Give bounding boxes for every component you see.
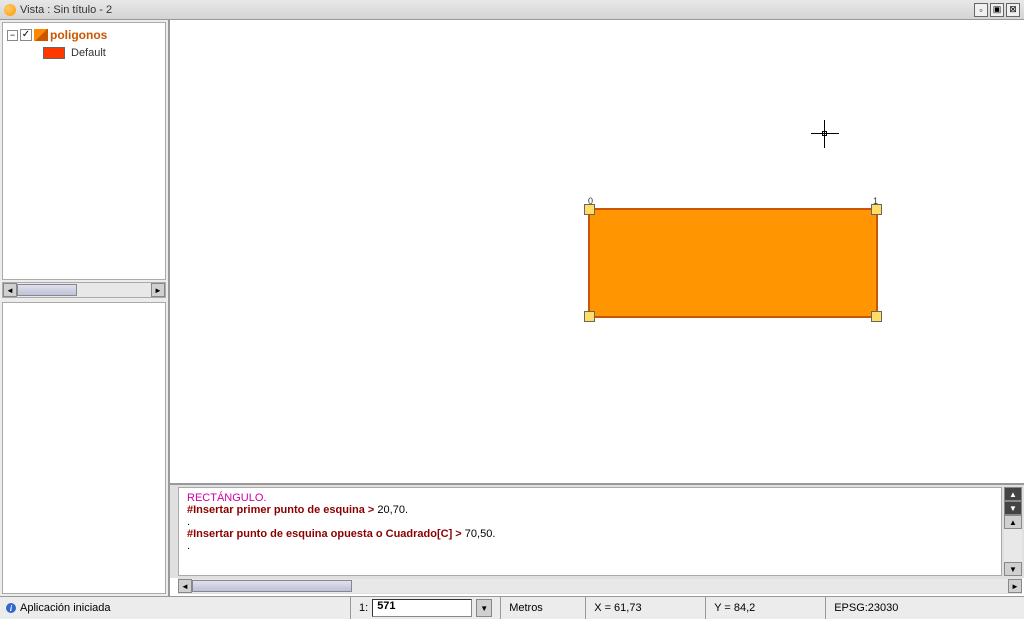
scroll-left-icon[interactable]: ◄ bbox=[178, 579, 192, 593]
scroll-right-icon[interactable]: ► bbox=[151, 283, 165, 297]
main-area: − ✓ poligonos Default ◄ ► 0 1 bbox=[0, 20, 1024, 596]
scroll-thumb[interactable] bbox=[192, 580, 352, 592]
scroll-down-solid-icon[interactable]: ▼ bbox=[1004, 501, 1022, 515]
layer-tree-hscroll[interactable]: ◄ ► bbox=[2, 282, 166, 298]
symbol-default-label: Default bbox=[71, 47, 106, 59]
status-message-cell: i Aplicación iniciada bbox=[0, 602, 350, 614]
tree-collapse-icon[interactable]: − bbox=[7, 30, 18, 41]
scroll-down-icon[interactable]: ▼ bbox=[1004, 562, 1022, 576]
symbol-color-swatch bbox=[43, 47, 65, 59]
console-hscroll[interactable]: ◄ ► bbox=[178, 578, 1022, 594]
scale-input[interactable]: 571 bbox=[372, 599, 472, 617]
maximize-internal-button[interactable]: ▣ bbox=[990, 3, 1004, 17]
layer-visibility-checkbox[interactable]: ✓ bbox=[20, 29, 32, 41]
layer-default-symbol-row[interactable]: Default bbox=[7, 47, 161, 59]
coord-x-label: X = 61,73 bbox=[594, 602, 641, 614]
info-icon: i bbox=[6, 603, 16, 613]
close-internal-button[interactable]: ⊠ bbox=[1006, 3, 1020, 17]
console-vscroll[interactable]: ▲ ▼ ▲ ▼ bbox=[1004, 487, 1022, 576]
vertex-handle-bl[interactable] bbox=[584, 311, 595, 322]
scale-dropdown-button[interactable]: ▼ bbox=[476, 599, 492, 617]
console-dot-1: . bbox=[187, 516, 993, 528]
units-label: Metros bbox=[509, 602, 543, 614]
console-dot-2: . bbox=[187, 540, 993, 552]
map-canvas[interactable]: 0 1 bbox=[170, 20, 1024, 483]
coord-y-label: Y = 84,2 bbox=[714, 602, 755, 614]
units-cell: Metros bbox=[500, 597, 585, 619]
console-prompt-2: #Insertar punto de esquina opuesta o Cua… bbox=[187, 528, 462, 540]
rectangle-feature[interactable]: 0 1 bbox=[588, 208, 878, 318]
scroll-thumb[interactable] bbox=[17, 284, 77, 296]
scroll-up-icon[interactable]: ▲ bbox=[1004, 515, 1022, 529]
toc-lower-panel bbox=[2, 302, 166, 594]
console-command-name: RECTÁNGULO bbox=[187, 492, 263, 504]
projection-cell: EPSG:23030 bbox=[825, 597, 1024, 619]
scroll-track[interactable] bbox=[17, 283, 151, 297]
console-wrap: RECTÁNGULO. #Insertar primer punto de es… bbox=[170, 483, 1024, 578]
scroll-track[interactable] bbox=[1004, 529, 1022, 562]
vertex-handle-br[interactable] bbox=[871, 311, 882, 322]
coord-y-cell: Y = 84,2 bbox=[705, 597, 825, 619]
app-icon bbox=[4, 4, 16, 16]
left-panel: − ✓ poligonos Default ◄ ► bbox=[0, 20, 170, 596]
minimize-internal-button[interactable]: ▫ bbox=[974, 3, 988, 17]
scroll-track[interactable] bbox=[192, 579, 1008, 593]
coord-x-cell: X = 61,73 bbox=[585, 597, 705, 619]
layer-tree[interactable]: − ✓ poligonos Default bbox=[2, 22, 166, 280]
scroll-left-icon[interactable]: ◄ bbox=[3, 283, 17, 297]
vertex-handle-tl[interactable] bbox=[584, 204, 595, 215]
status-bar: i Aplicación iniciada 1: 571 ▼ Metros X … bbox=[0, 596, 1024, 619]
layer-root-row[interactable]: − ✓ poligonos bbox=[7, 27, 161, 43]
window-title: Vista : Sin título - 2 bbox=[20, 4, 974, 16]
console-prompt-1: #Insertar primer punto de esquina > bbox=[187, 504, 374, 516]
titlebar: Vista : Sin título - 2 ▫ ▣ ⊠ bbox=[0, 0, 1024, 20]
command-console[interactable]: RECTÁNGULO. #Insertar primer punto de es… bbox=[178, 487, 1002, 576]
window-controls: ▫ ▣ ⊠ bbox=[974, 3, 1020, 17]
scale-cell: 1: 571 ▼ bbox=[350, 597, 500, 619]
console-value-2: 70,50. bbox=[462, 528, 496, 540]
status-message: Aplicación iniciada bbox=[20, 602, 111, 614]
polygon-layer-icon bbox=[34, 29, 48, 41]
center-area: 0 1 RECTÁNGULO. #Insertar primer punto d… bbox=[170, 20, 1024, 596]
scroll-right-icon[interactable]: ► bbox=[1008, 579, 1022, 593]
layer-name-label: poligonos bbox=[50, 28, 107, 42]
scale-prefix: 1: bbox=[359, 602, 368, 614]
console-value-1: 20,70. bbox=[374, 504, 408, 516]
vertex-handle-tr[interactable] bbox=[871, 204, 882, 215]
scroll-up-solid-icon[interactable]: ▲ bbox=[1004, 487, 1022, 501]
epsg-label: EPSG:23030 bbox=[834, 602, 898, 614]
cursor-crosshair-icon bbox=[811, 120, 839, 148]
